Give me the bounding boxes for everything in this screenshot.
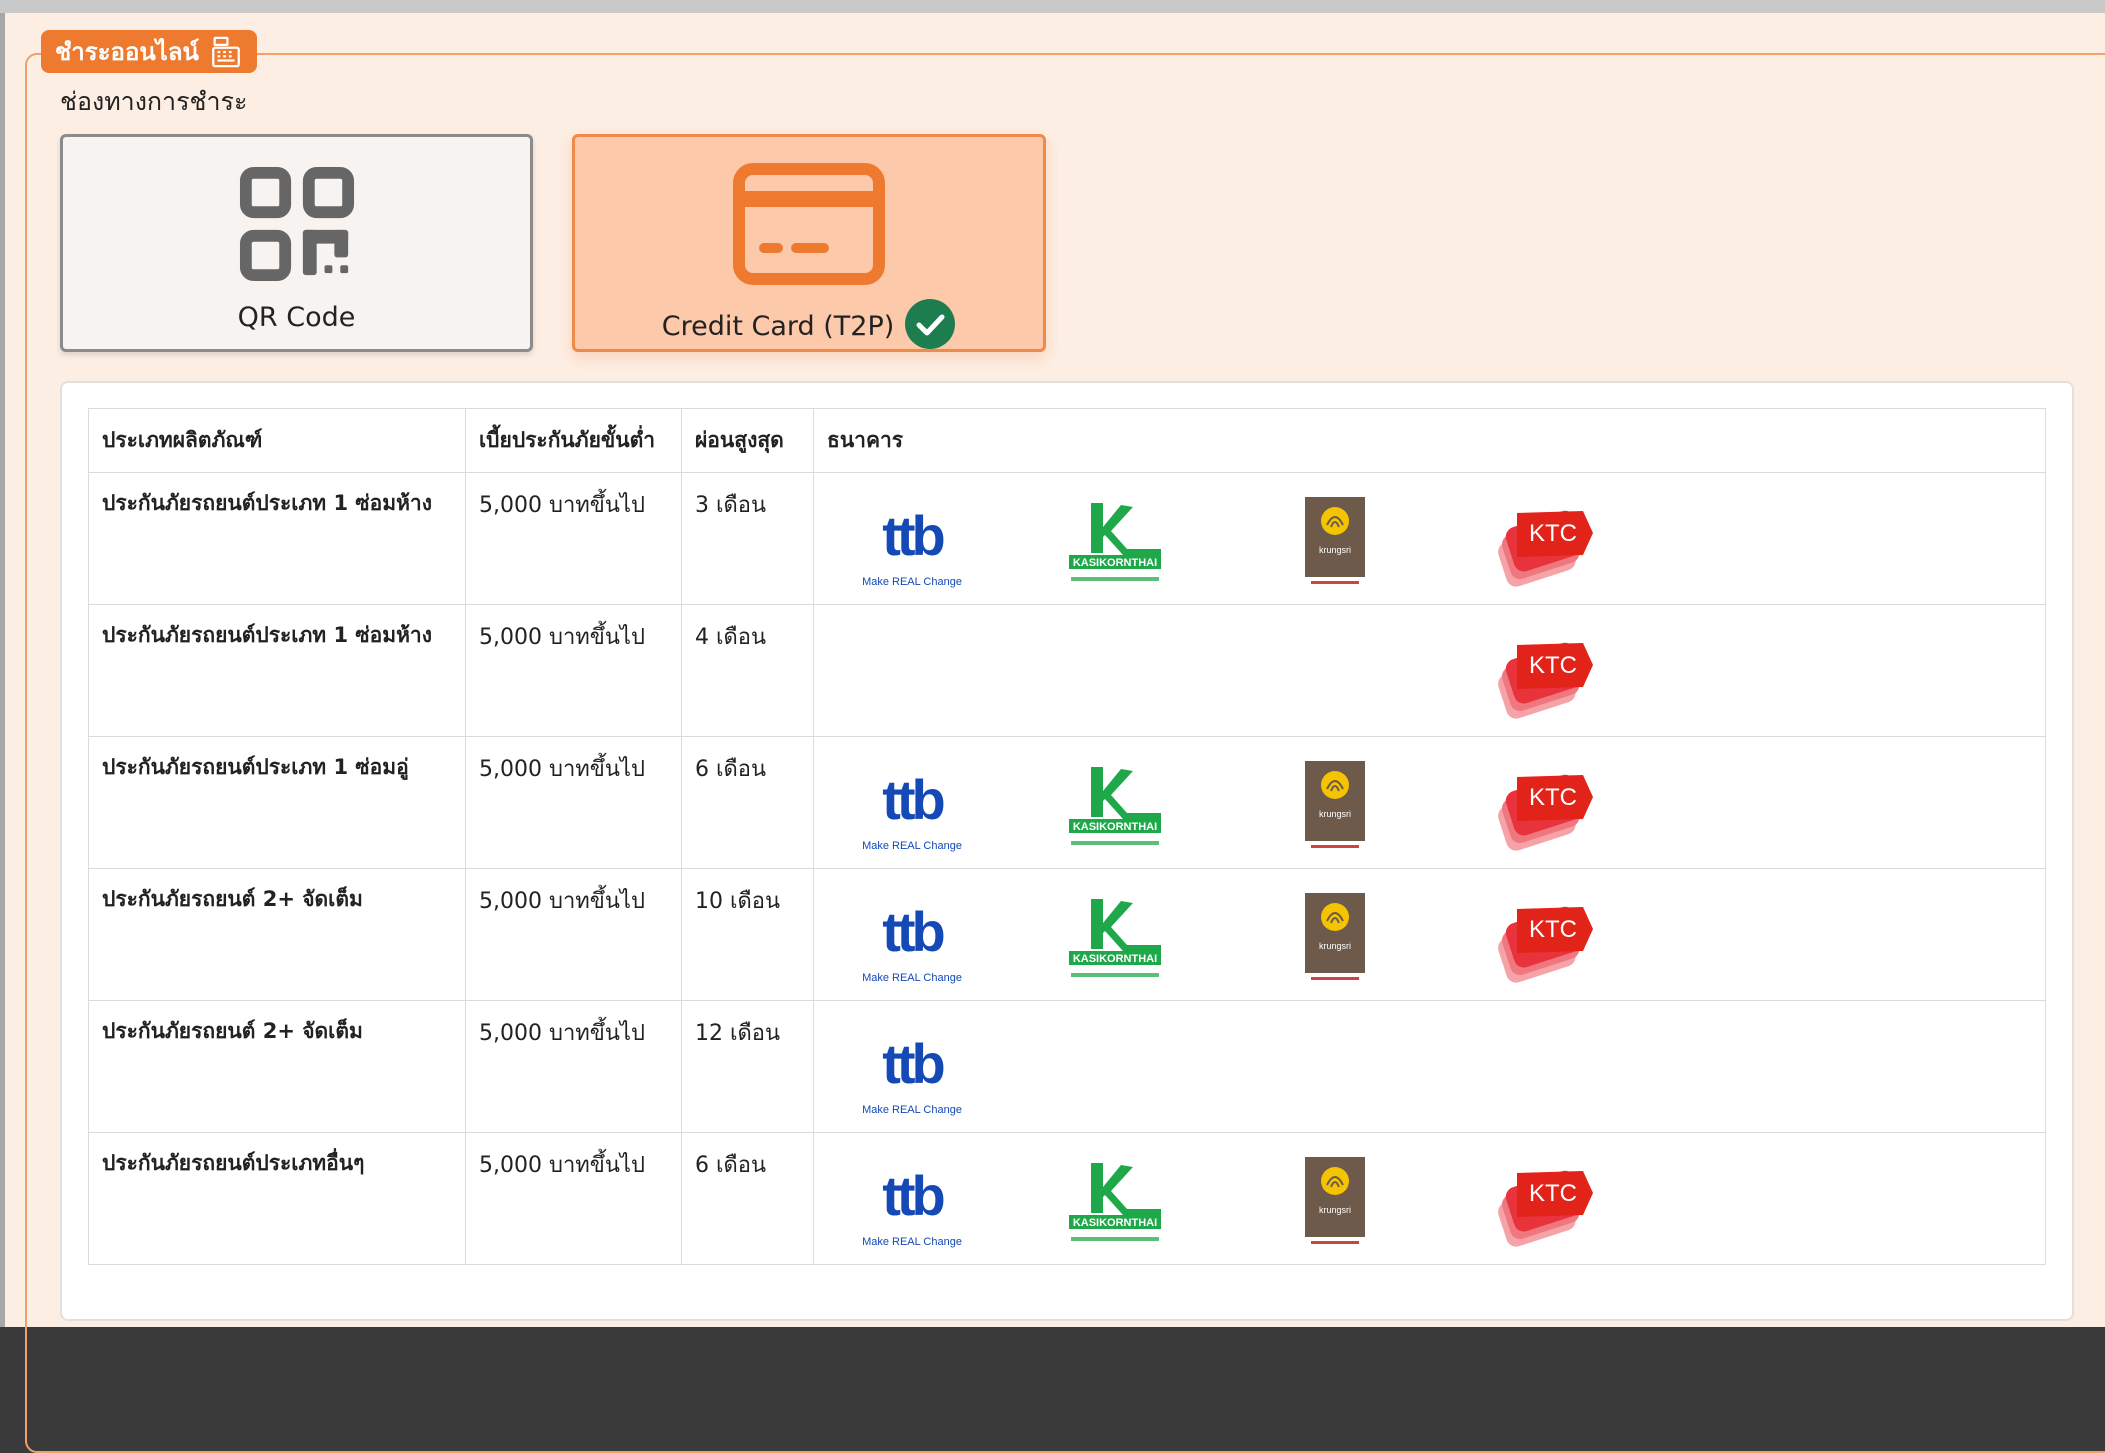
header-product: ประเภทผลิตภัณฑ์ <box>88 408 466 473</box>
bank-logos-cell: ttb Make REAL Change KASIKORNTHAI krungs… <box>813 1132 2046 1265</box>
credit-card-label: Credit Card (T2P) <box>661 310 895 342</box>
table-row: ประกันภัยรถยนต์ประเภทอื่นๆ 5,000 บาทขึ้นไ… <box>88 1132 2046 1265</box>
ttb-logo: ttb Make REAL Change <box>862 768 962 852</box>
min-premium-cell: 5,000 บาทขึ้นไป <box>465 604 682 737</box>
krungsri-logo: krungsri <box>1305 893 1365 980</box>
ttb-tagline: Make REAL Change <box>862 1104 962 1116</box>
svg-text:KTC: KTC <box>1529 916 1577 943</box>
kasikornthai-logo: KASIKORNTHAI <box>1069 503 1161 581</box>
table-row: ประกันภัยรถยนต์ 2+ จัดเต็ม 5,000 บาทขึ้นไ… <box>88 1000 2046 1133</box>
svg-text:KASIKORNTHAI: KASIKORNTHAI <box>1073 953 1157 965</box>
min-premium-cell: 5,000 บาทขึ้นไป <box>465 736 682 869</box>
qr-code-option[interactable]: QR Code <box>60 134 533 352</box>
svg-text:ttb: ttb <box>882 1164 943 1227</box>
product-cell: ประกันภัยรถยนต์ 2+ จัดเต็ม <box>88 1000 466 1133</box>
ttb-logo: ttb Make REAL Change <box>862 900 962 984</box>
krungsri-logo: krungsri <box>1305 497 1365 584</box>
qr-code-label: QR Code <box>237 302 356 333</box>
payment-channel-label: ช่องทางการชำระ <box>60 87 248 116</box>
installment-table: ประเภทผลิตภัณฑ์ เบี้ยประกันภัยขั้นต่ำ ผ่… <box>88 408 2046 1265</box>
krungsri-logo: krungsri <box>1305 761 1365 848</box>
max-installment-cell: 3 เดือน <box>681 472 814 605</box>
svg-text:KTC: KTC <box>1529 652 1577 679</box>
table-row: ประกันภัยรถยนต์ประเภท 1 ซ่อมอู่ 5,000 บาท… <box>88 736 2046 869</box>
ttb-tagline: Make REAL Change <box>862 576 962 588</box>
svg-text:krungsri: krungsri <box>1319 1205 1351 1215</box>
svg-text:KTC: KTC <box>1529 784 1577 811</box>
table-row: ประกันภัยรถยนต์ 2+ จัดเต็ม 5,000 บาทขึ้นไ… <box>88 868 2046 1001</box>
ktc-logo: KTC <box>1498 1170 1593 1247</box>
table-row: ประกันภัยรถยนต์ประเภท 1 ซ่อมห้าง 5,000 บา… <box>88 472 2046 605</box>
product-cell: ประกันภัยรถยนต์ประเภท 1 ซ่อมห้าง <box>88 472 466 605</box>
max-installment-cell: 12 เดือน <box>681 1000 814 1133</box>
header-bank: ธนาคาร <box>813 408 2046 473</box>
svg-text:krungsri: krungsri <box>1319 941 1351 951</box>
cash-register-icon <box>212 36 240 67</box>
ktc-logo: KTC <box>1498 510 1593 587</box>
installment-table-panel: ประเภทผลิตภัณฑ์ เบี้ยประกันภัยขั้นต่ำ ผ่… <box>60 381 2074 1321</box>
max-installment-cell: 6 เดือน <box>681 1132 814 1265</box>
kasikornthai-logo: KASIKORNTHAI <box>1069 899 1161 977</box>
ktc-logo: KTC <box>1498 906 1593 983</box>
credit-card-icon <box>733 163 885 285</box>
ttb-tagline: Make REAL Change <box>862 840 962 852</box>
header-max-installment: ผ่อนสูงสุด <box>681 408 814 473</box>
kasikornthai-logo: KASIKORNTHAI <box>1069 1163 1161 1241</box>
header-min-premium: เบี้ยประกันภัยขั้นต่ำ <box>465 408 682 473</box>
svg-text:ttb: ttb <box>882 900 943 963</box>
qr-code-icon <box>239 166 354 282</box>
kasikornthai-logo: KASIKORNTHAI <box>1069 767 1161 845</box>
svg-text:KTC: KTC <box>1529 520 1577 547</box>
ttb-logo: ttb Make REAL Change <box>862 504 962 588</box>
top-bar <box>0 0 2105 13</box>
ttb-logo: ttb Make REAL Change <box>862 1032 962 1116</box>
table-header-row: ประเภทผลิตภัณฑ์ เบี้ยประกันภัยขั้นต่ำ ผ่… <box>88 408 2046 473</box>
credit-card-option[interactable]: Credit Card (T2P) <box>572 134 1046 352</box>
product-cell: ประกันภัยรถยนต์ประเภท 1 ซ่อมอู่ <box>88 736 466 869</box>
product-cell: ประกันภัยรถยนต์ 2+ จัดเต็ม <box>88 868 466 1001</box>
product-cell: ประกันภัยรถยนต์ประเภทอื่นๆ <box>88 1132 466 1265</box>
svg-text:ttb: ttb <box>882 768 943 831</box>
product-cell: ประกันภัยรถยนต์ประเภท 1 ซ่อมห้าง <box>88 604 466 737</box>
bank-logos-cell: KTC <box>813 604 2046 737</box>
ttb-tagline: Make REAL Change <box>862 972 962 984</box>
ktc-logo: KTC <box>1498 774 1593 851</box>
bank-logos-cell: ttb Make REAL Change KASIKORNTHAI krungs… <box>813 736 2046 869</box>
svg-text:ttb: ttb <box>882 504 943 567</box>
section-title: ชำระออนไลน์ <box>55 38 199 66</box>
table-row: ประกันภัยรถยนต์ประเภท 1 ซ่อมห้าง 5,000 บา… <box>88 604 2046 737</box>
svg-text:KASIKORNTHAI: KASIKORNTHAI <box>1073 1217 1157 1229</box>
check-circle-icon <box>905 299 956 349</box>
krungsri-logo: krungsri <box>1305 1157 1365 1244</box>
max-installment-cell: 4 เดือน <box>681 604 814 737</box>
min-premium-cell: 5,000 บาทขึ้นไป <box>465 472 682 605</box>
ttb-tagline: Make REAL Change <box>862 1236 962 1248</box>
svg-text:KASIKORNTHAI: KASIKORNTHAI <box>1073 557 1157 569</box>
bank-logos-cell: ttb Make REAL Change KASIKORNTHAI krungs… <box>813 868 2046 1001</box>
min-premium-cell: 5,000 บาทขึ้นไป <box>465 868 682 1001</box>
max-installment-cell: 6 เดือน <box>681 736 814 869</box>
min-premium-cell: 5,000 บาทขึ้นไป <box>465 1132 682 1265</box>
section-title-badge: ชำระออนไลน์ <box>41 30 257 73</box>
max-installment-cell: 10 เดือน <box>681 868 814 1001</box>
svg-text:krungsri: krungsri <box>1319 545 1351 555</box>
svg-text:krungsri: krungsri <box>1319 809 1351 819</box>
min-premium-cell: 5,000 บาทขึ้นไป <box>465 1000 682 1133</box>
bank-logos-cell: ttb Make REAL Change KASIKORNTHAI krungs… <box>813 472 2046 605</box>
svg-text:KASIKORNTHAI: KASIKORNTHAI <box>1073 821 1157 833</box>
ktc-logo: KTC <box>1498 642 1593 719</box>
ttb-logo: ttb Make REAL Change <box>862 1164 962 1248</box>
svg-text:KTC: KTC <box>1529 1180 1577 1207</box>
bank-logos-cell: ttb Make REAL Change <box>813 1000 2046 1133</box>
svg-text:ttb: ttb <box>882 1032 943 1095</box>
